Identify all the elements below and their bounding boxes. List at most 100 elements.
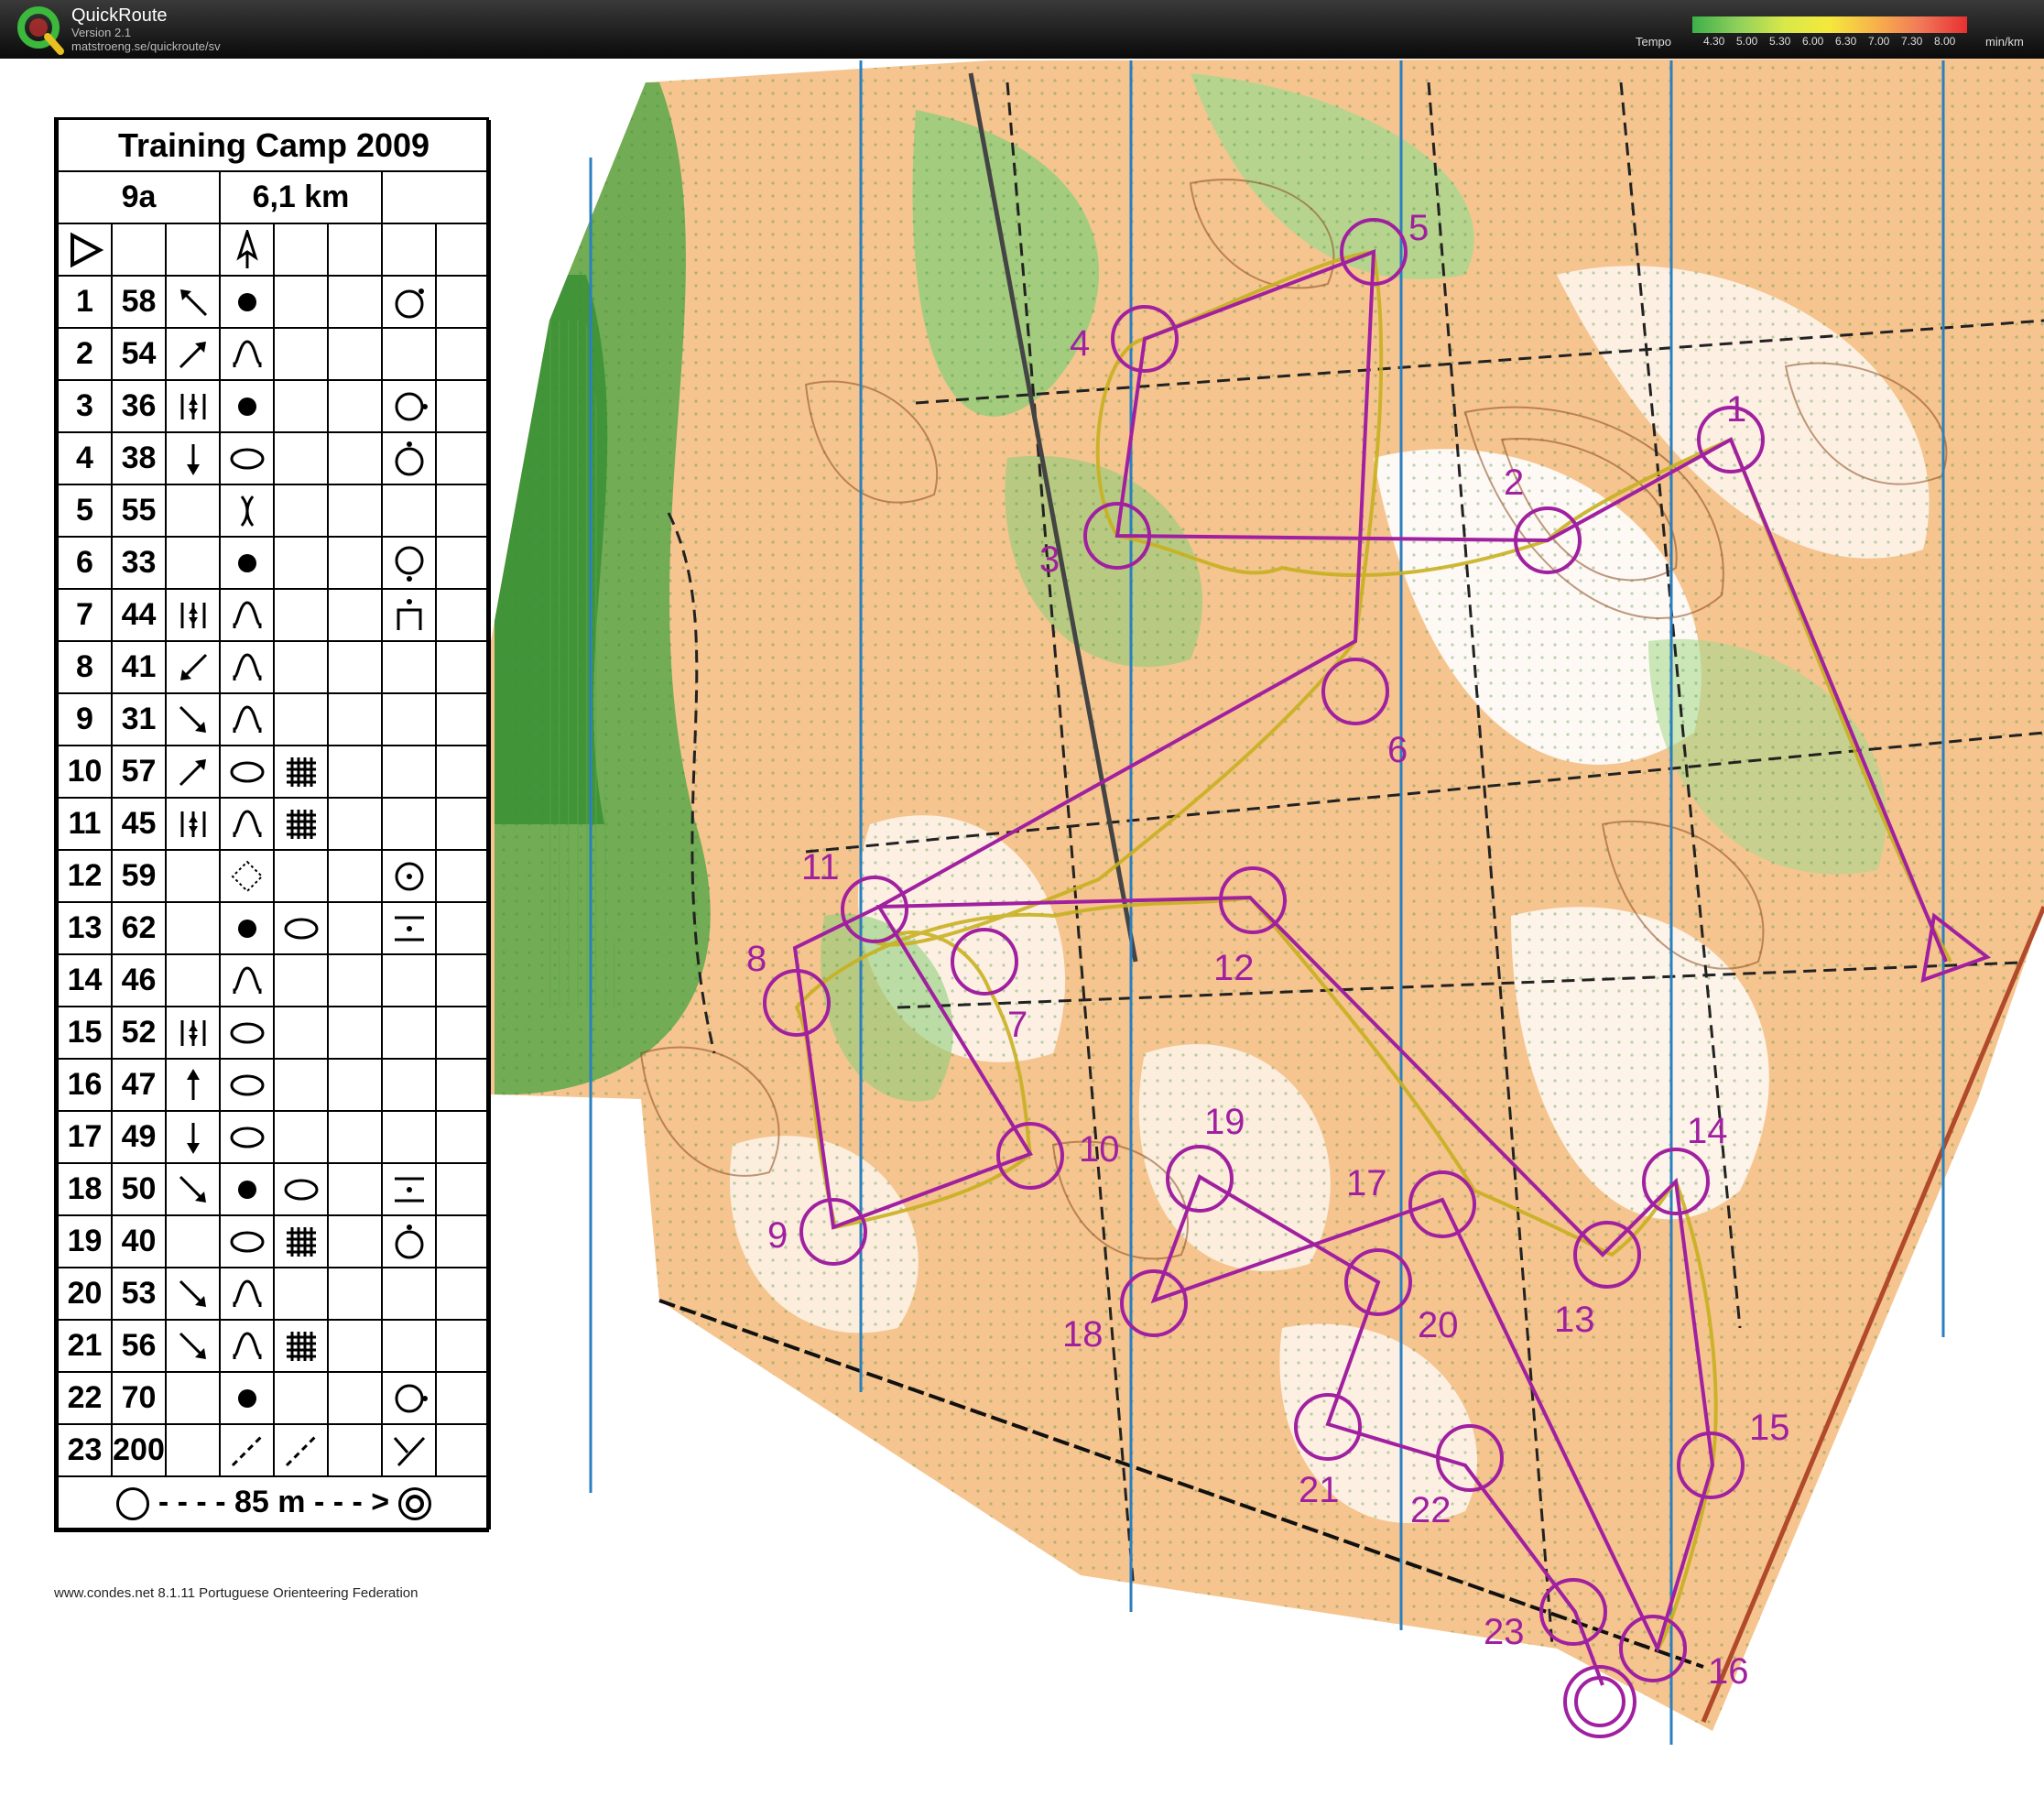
empty-cell <box>381 692 437 746</box>
control-description-row: 11 45 <box>57 797 491 851</box>
empty-cell <box>273 1006 329 1060</box>
finish-inner-circle <box>1574 1676 1625 1727</box>
feature-icon <box>219 484 275 538</box>
direction-icon <box>165 745 221 799</box>
empty-cell <box>273 692 329 746</box>
empty-cell <box>327 484 383 538</box>
control-number-cell: 7 <box>57 588 113 642</box>
feature-icon <box>219 379 275 433</box>
control-number-cell: 1 <box>57 275 113 329</box>
control-code-cell: 62 <box>111 901 167 955</box>
feature-icon <box>219 745 275 799</box>
empty-cell <box>381 327 437 381</box>
tempo-tick: 8.00 <box>1934 35 1956 48</box>
tempo-label: Tempo <box>1636 35 1672 49</box>
feature-icon <box>219 797 275 851</box>
direction-icon <box>165 1267 221 1321</box>
control-description-row: 21 56 <box>57 1319 491 1373</box>
empty-cell <box>273 275 329 329</box>
control-code-cell: 41 <box>111 640 167 694</box>
location-icon <box>381 1162 437 1216</box>
empty-cell <box>435 849 491 903</box>
empty-cell <box>327 901 383 955</box>
control-number-cell: 20 <box>57 1267 113 1321</box>
empty-cell <box>435 1214 491 1268</box>
control-code-cell: 38 <box>111 431 167 485</box>
empty-cell <box>435 901 491 955</box>
empty-cell <box>381 1110 437 1164</box>
control-number-cell: 16 <box>57 1058 113 1112</box>
control-number: 20 <box>1418 1305 1459 1345</box>
control-code-cell: 40 <box>111 1214 167 1268</box>
control-number: 4 <box>1070 323 1090 364</box>
control-description-row: 20 53 <box>57 1267 491 1321</box>
quickroute-logo-icon <box>17 6 64 55</box>
app-titlebar: QuickRoute Version 2.1 matstroeng.se/qui… <box>0 0 2044 59</box>
start-symbol-icon <box>57 223 113 277</box>
control-code-cell: 56 <box>111 1319 167 1373</box>
empty-cell <box>165 901 221 955</box>
empty-cell <box>435 1319 491 1373</box>
empty-cell <box>435 640 491 694</box>
control-description-row: 2 54 <box>57 327 491 381</box>
control-code-cell: 54 <box>111 327 167 381</box>
control-description-row: 6 33 <box>57 536 491 590</box>
feature-icon <box>219 1371 275 1425</box>
control-number: 15 <box>1749 1408 1790 1448</box>
empty-cell <box>327 692 383 746</box>
empty-cell <box>327 1162 383 1216</box>
tempo-tick: 6.30 <box>1835 35 1857 48</box>
control-description-row: 16 47 <box>57 1058 491 1112</box>
direction-icon <box>165 327 221 381</box>
direction-icon <box>165 1006 221 1060</box>
control-number: 17 <box>1346 1163 1387 1203</box>
finish-start-circle-icon <box>116 1487 150 1520</box>
control-description-row: 4 38 <box>57 431 491 485</box>
empty-cell <box>327 1058 383 1112</box>
control-number-cell: 3 <box>57 379 113 433</box>
control-description-row: 1 58 <box>57 275 491 329</box>
control-description-row: 8 41 <box>57 640 491 694</box>
control-number-cell: 2 <box>57 327 113 381</box>
control-code-cell: 33 <box>111 536 167 590</box>
control-number: 21 <box>1299 1470 1340 1510</box>
empty-cell <box>327 797 383 851</box>
feature-icon <box>219 1110 275 1164</box>
direction-icon <box>165 1058 221 1112</box>
feature-icon <box>219 275 275 329</box>
empty-cell <box>435 484 491 538</box>
empty-cell <box>327 1214 383 1268</box>
appearance-icon <box>273 745 329 799</box>
empty-cell <box>327 640 383 694</box>
control-number: 16 <box>1708 1651 1749 1692</box>
control-number: 8 <box>746 939 766 979</box>
empty-cell <box>327 588 383 642</box>
control-description-row: 15 52 <box>57 1006 491 1060</box>
empty-cell <box>327 1319 383 1373</box>
empty-cell <box>381 1058 437 1112</box>
appearance-icon <box>273 1319 329 1373</box>
empty-cell <box>381 1006 437 1060</box>
empty-cell <box>327 379 383 433</box>
control-number: 23 <box>1484 1612 1525 1652</box>
control-description-row: 23 200 <box>57 1423 491 1477</box>
control-code-cell: 55 <box>111 484 167 538</box>
empty-cell <box>381 797 437 851</box>
empty-cell <box>327 327 383 381</box>
finish-distance: 85 m <box>234 1484 306 1519</box>
feature-icon <box>219 692 275 746</box>
control-number: 13 <box>1554 1300 1595 1340</box>
feature-icon <box>219 1319 275 1373</box>
tempo-tick: 6.00 <box>1802 35 1824 48</box>
direction-icon <box>165 1162 221 1216</box>
control-number-cell: 21 <box>57 1319 113 1373</box>
control-description-row: 7 44 <box>57 588 491 642</box>
control-code-cell: 46 <box>111 953 167 1007</box>
direction-icon <box>165 588 221 642</box>
empty-cell <box>327 1423 383 1477</box>
empty-cell <box>435 953 491 1007</box>
app-url[interactable]: matstroeng.se/quickroute/sv <box>71 39 221 53</box>
empty-cell <box>435 692 491 746</box>
control-description-row: 13 62 <box>57 901 491 955</box>
control-number-cell: 9 <box>57 692 113 746</box>
